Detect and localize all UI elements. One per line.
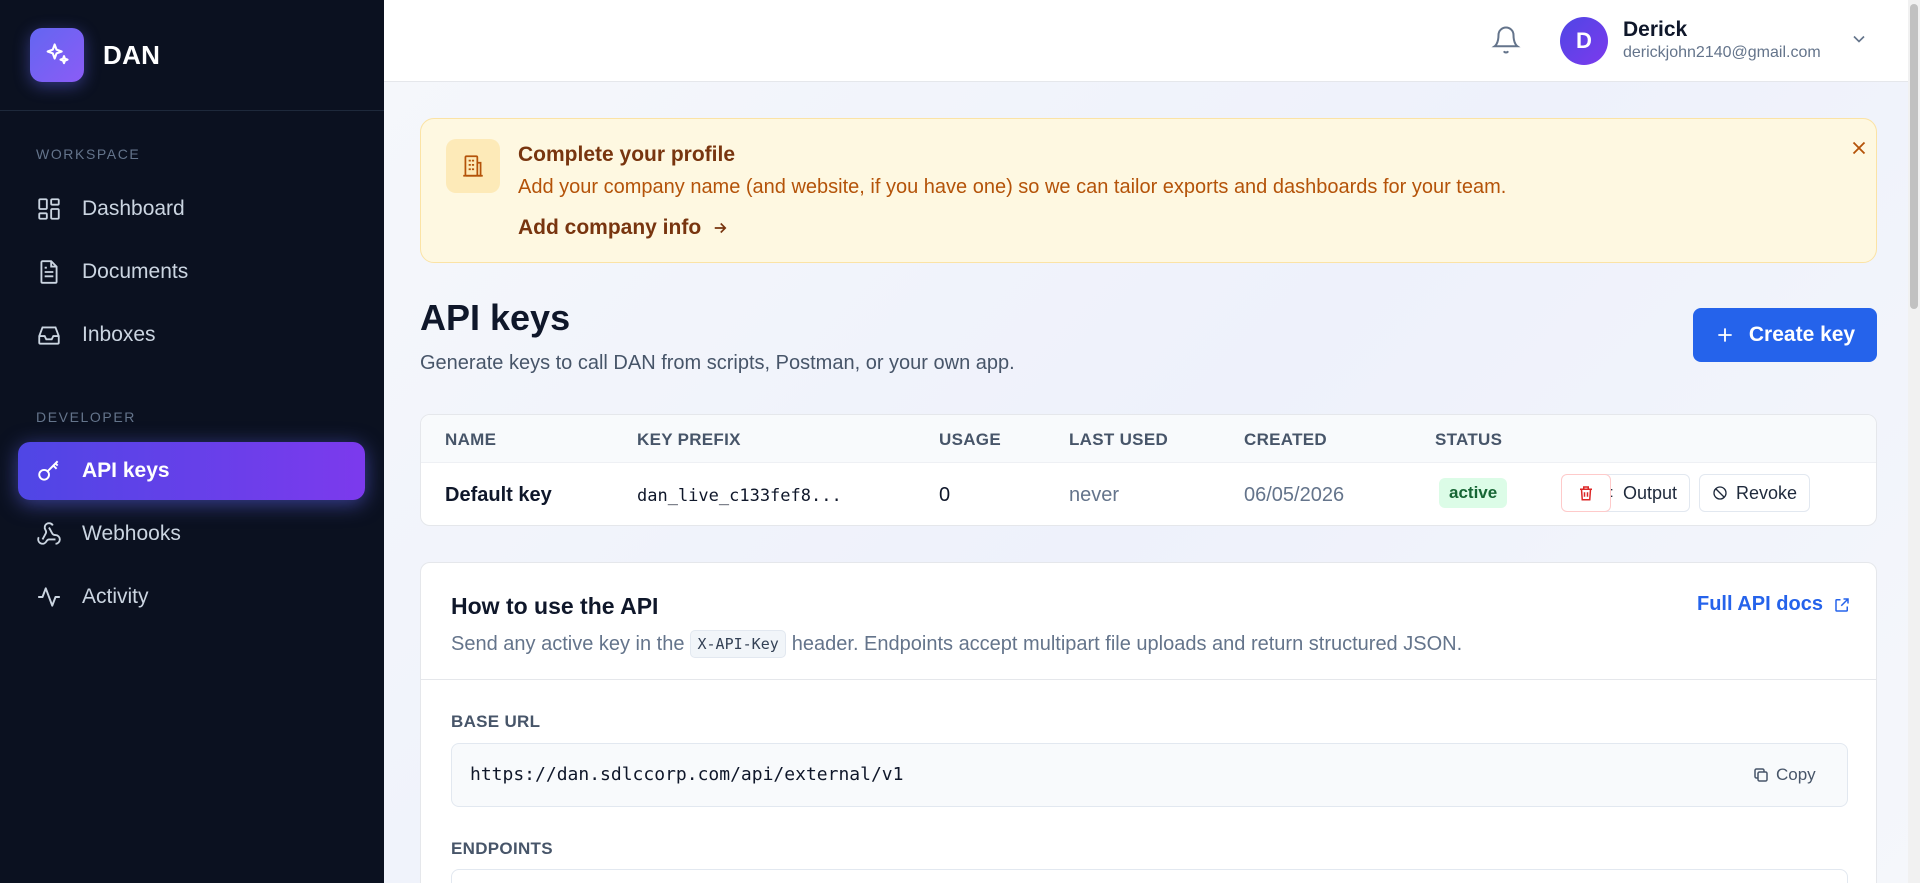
column-header-last-used: LAST USED xyxy=(1069,430,1169,449)
top-bar: D Derick derickjohn2140@gmail.com xyxy=(384,0,1920,82)
sidebar-item-documents[interactable]: Documents xyxy=(18,243,365,301)
column-header-created: CREATED xyxy=(1244,430,1328,449)
api-header-chip: X-API-Key xyxy=(690,630,786,658)
key-usage: 0 xyxy=(939,484,951,506)
sidebar-item-dashboard[interactable]: Dashboard xyxy=(18,180,365,238)
revoke-button[interactable]: Revoke xyxy=(1699,474,1811,512)
brand: DAN xyxy=(0,0,384,111)
user-name[interactable]: Derick xyxy=(1623,18,1687,42)
api-card-title: How to use the API xyxy=(451,593,659,619)
scrollbar-thumb[interactable] xyxy=(1910,4,1918,309)
arrow-right-icon xyxy=(714,222,727,234)
base-url-box: https://dan.sdlccorp.com/api/external/v1… xyxy=(451,743,1848,807)
api-desc-before: Send any active key in the xyxy=(451,632,685,655)
scrollbar[interactable] xyxy=(1908,0,1920,883)
dashboard-icon xyxy=(38,198,60,220)
column-header-key-prefix: KEY PREFIX xyxy=(637,430,741,449)
chevron-down-icon[interactable] xyxy=(1849,29,1869,49)
status-badge: active xyxy=(1439,478,1508,508)
key-icon xyxy=(38,460,59,481)
ban-icon xyxy=(1713,486,1727,500)
copy-label: Copy xyxy=(1776,765,1816,784)
revoke-label: Revoke xyxy=(1736,482,1798,503)
building-icon xyxy=(446,139,500,193)
sidebar-item-label: Dashboard xyxy=(82,197,185,220)
webhook-icon xyxy=(37,522,61,545)
endpoints-list xyxy=(451,869,1848,883)
external-link-icon xyxy=(1835,597,1849,612)
api-usage-card: How to use the API Full API docs Send an… xyxy=(420,562,1877,883)
page-title: API keys xyxy=(420,297,571,338)
divider xyxy=(421,679,1876,680)
banner-link-label: Add company info xyxy=(518,216,702,239)
user-email: derickjohn2140@gmail.com xyxy=(1623,44,1821,61)
sidebar-item-label: Activity xyxy=(82,585,149,608)
key-last-used: never xyxy=(1069,484,1120,506)
api-keys-table: NAME KEY PREFIX USAGE LAST USED CREATED … xyxy=(420,414,1877,526)
create-key-button[interactable]: Create key xyxy=(1693,308,1877,362)
sidebar-item-label: API keys xyxy=(82,459,170,482)
base-url-value[interactable]: https://dan.sdlccorp.com/api/external/v1 xyxy=(470,764,903,785)
close-icon[interactable] xyxy=(1848,137,1870,159)
sidebar: DAN WORKSPACE Dashboard Documents Inboxe… xyxy=(0,0,384,883)
create-key-label: Create key xyxy=(1748,323,1856,346)
table-header: NAME KEY PREFIX USAGE LAST USED CREATED … xyxy=(421,415,1876,463)
sidebar-item-webhooks[interactable]: Webhooks xyxy=(18,505,365,563)
key-created: 06/05/2026 xyxy=(1244,484,1345,506)
sidebar-item-label: Documents xyxy=(82,260,189,283)
endpoints-label: ENDPOINTS xyxy=(451,839,553,858)
activity-icon xyxy=(38,587,60,607)
base-url-label: BASE URL xyxy=(451,712,541,731)
section-label-developer: DEVELOPER xyxy=(36,409,136,425)
add-company-info-link[interactable]: Add company info xyxy=(518,216,729,240)
column-header-status: STATUS xyxy=(1435,430,1503,449)
sidebar-item-label: Webhooks xyxy=(82,522,181,545)
api-desc-after: header. Endpoints accept multipart file … xyxy=(791,632,1463,655)
trash-icon xyxy=(1580,486,1592,501)
delete-key-button[interactable] xyxy=(1561,474,1611,512)
sidebar-item-activity[interactable]: Activity xyxy=(18,568,365,626)
column-header-usage: USAGE xyxy=(939,430,1001,449)
output-label: Output xyxy=(1623,482,1678,503)
page-subtitle: Generate keys to call DAN from scripts, … xyxy=(420,352,1015,374)
key-prefix: dan_live_c133fef8... xyxy=(637,486,842,506)
column-header-name: NAME xyxy=(445,430,497,449)
document-icon xyxy=(40,260,58,284)
copy-button[interactable]: Copy xyxy=(1752,765,1816,785)
sidebar-item-label: Inboxes xyxy=(82,323,156,346)
avatar[interactable]: D xyxy=(1560,17,1608,65)
sparkle-icon[interactable] xyxy=(30,28,84,82)
key-name: Default key xyxy=(445,484,552,506)
inbox-icon xyxy=(38,326,60,345)
api-card-description: Send any active key in the X-API-Key hea… xyxy=(451,630,1462,658)
api-docs-label: Full API docs xyxy=(1697,593,1823,615)
banner-text: Add your company name (and website, if y… xyxy=(518,176,1507,198)
profile-banner: Complete your profile Add your company n… xyxy=(420,118,1877,263)
brand-name[interactable]: DAN xyxy=(103,40,160,71)
banner-title: Complete your profile xyxy=(518,143,736,166)
table-row: Default key dan_live_c133fef8... 0 never… xyxy=(421,463,1876,525)
section-label-workspace: WORKSPACE xyxy=(36,146,141,162)
sidebar-item-inboxes[interactable]: Inboxes xyxy=(18,306,365,364)
plus-icon xyxy=(1718,328,1732,342)
sidebar-item-api-keys[interactable]: API keys xyxy=(18,442,365,500)
copy-icon xyxy=(1754,768,1768,782)
main-content: Complete your profile Add your company n… xyxy=(384,82,1920,883)
full-api-docs-link[interactable]: Full API docs xyxy=(1697,593,1851,616)
bell-icon[interactable] xyxy=(1491,25,1521,55)
